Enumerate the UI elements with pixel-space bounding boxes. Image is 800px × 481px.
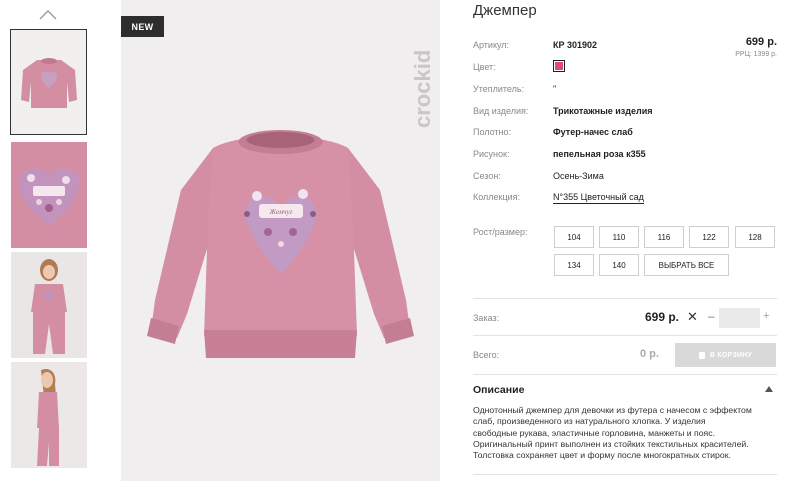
main-product-image[interactable]: NEW crockid Жемчуг [121, 0, 440, 481]
size-label: Рост/размер: [473, 227, 528, 237]
size-option-110[interactable]: 110 [599, 226, 639, 248]
chevron-up-icon[interactable] [38, 9, 58, 21]
order-price: 699 р. [645, 310, 680, 324]
quantity-increase-button[interactable]: + [763, 310, 769, 322]
order-label: Заказ: [473, 313, 500, 323]
add-to-cart-label: В КОРЗИНУ [710, 351, 752, 359]
recommended-retail-price: РРЦ: 1399 р. [735, 51, 777, 58]
size-option-116[interactable]: 116 [644, 226, 684, 248]
add-to-cart-button[interactable]: В КОРЗИНУ [675, 343, 776, 367]
attr-fabric: Полотно: Футер-начес слаб [473, 127, 633, 137]
brand-logo-text: crockid [410, 50, 434, 128]
attr-label: Сезон: [473, 171, 501, 181]
attr-label: Утеплитель: [473, 84, 525, 94]
attr-value: " [553, 84, 557, 94]
caret-up-icon[interactable] [765, 386, 773, 392]
product-title: Джемпер [473, 2, 537, 19]
attr-pattern: Рисунок: пепельная роза к355 [473, 149, 646, 159]
thumbnail-front[interactable] [10, 29, 87, 135]
thumbnail-strip [0, 0, 100, 481]
attr-label: Рисунок: [473, 149, 510, 159]
attr-value: пепельная роза к355 [553, 149, 646, 159]
attr-item-type: Вид изделия: Трикотажные изделия [473, 106, 653, 116]
total-value: 0 р. [640, 348, 659, 360]
attr-label: Коллекция: [473, 192, 521, 202]
total-label: Всего: [473, 350, 500, 360]
description-line: Оригинальный принт выполнен из стойких т… [473, 438, 749, 449]
size-option-128[interactable]: 128 [735, 226, 775, 248]
close-icon[interactable]: ✕ [687, 309, 698, 325]
description-line: Однотонный джемпер для девочки из футера… [473, 405, 752, 415]
size-option-122[interactable]: 122 [689, 226, 729, 248]
description-text: Однотонный джемпер для девочки из футера… [473, 405, 777, 461]
attr-label: Артикул: [473, 40, 510, 50]
sweater-illustration: Жемчуг [147, 130, 414, 358]
divider [473, 474, 777, 475]
thumbnail-model-side[interactable] [11, 362, 87, 468]
select-all-sizes-button[interactable]: ВЫБРАТЬ ВСЕ [644, 254, 729, 276]
attr-label: Полотно: [473, 127, 512, 137]
attr-collection: Коллекция: N°355 Цветочный сад [473, 192, 644, 204]
size-option-134[interactable]: 134 [554, 254, 594, 276]
description-line: слаб, произведенного из натурального хло… [473, 416, 706, 427]
quantity-input[interactable] [719, 308, 760, 328]
thumbnail-model-front[interactable] [11, 252, 87, 358]
attr-label: Вид изделия: [473, 106, 529, 116]
attr-label: Цвет: [473, 62, 496, 72]
size-option-104[interactable]: 104 [554, 226, 594, 248]
collection-link[interactable]: N°355 Цветочный сад [553, 192, 644, 204]
brand-logo: crockid [410, 50, 434, 128]
size-option-140[interactable]: 140 [599, 254, 639, 276]
attr-article: Артикул: КР 301902 [473, 40, 597, 50]
divider [473, 374, 777, 375]
bag-icon [699, 351, 706, 359]
description-title[interactable]: Описание [473, 384, 524, 396]
product-info-panel: Джемпер 699 р. РРЦ: 1399 р. Артикул: КР … [473, 0, 777, 481]
attr-color: Цвет: [473, 60, 565, 72]
attr-value: Осень-Зима [553, 171, 604, 181]
product-price: 699 р. [745, 36, 777, 48]
attr-value: Футер-начес слаб [553, 127, 633, 137]
color-swatch[interactable] [553, 60, 565, 72]
attr-value: Трикотажные изделия [553, 106, 653, 116]
svg-text:Жемчуг: Жемчуг [269, 208, 293, 216]
attr-value: КР 301902 [553, 40, 598, 50]
quantity-decrease-button[interactable]: – [708, 309, 715, 323]
description-line: Толстовка сохраняет цвет и форму после м… [473, 450, 731, 461]
thumbnail-print-closeup[interactable] [11, 142, 87, 248]
divider [473, 298, 777, 299]
description-line: свободные рукава, эластичные горловина, … [473, 427, 715, 438]
new-badge: NEW [121, 16, 164, 37]
divider [473, 335, 777, 336]
attr-season: Сезон: Осень-Зима [473, 171, 604, 181]
attr-insulation: Утеплитель: " [473, 84, 556, 94]
